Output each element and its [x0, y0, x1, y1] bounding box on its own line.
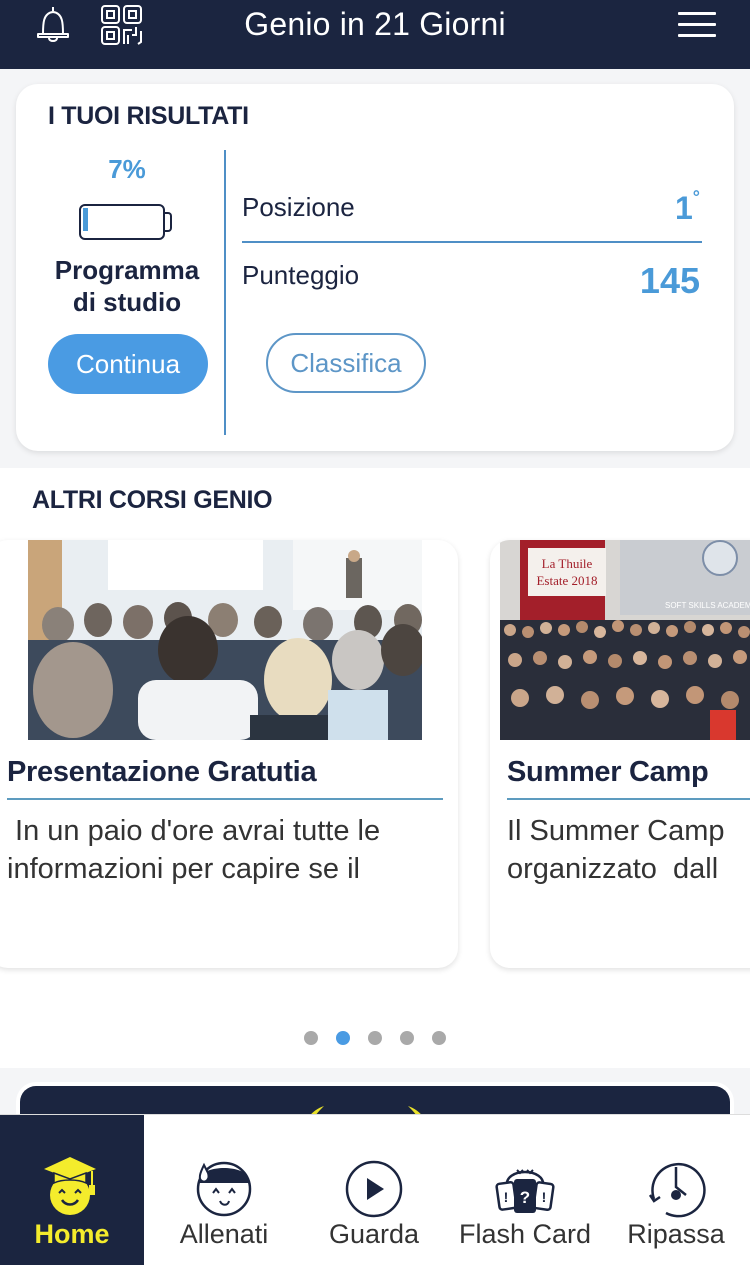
study-program-label-line1: Programma [54, 255, 200, 285]
results-card: I TUOI RISULTATI 7% Programma di studio … [16, 84, 734, 451]
bottom-navigation: Home Allenati Guarda ? ! ! Flash Card Ri… [0, 1114, 750, 1265]
nav-label: Flash Card [458, 1219, 592, 1249]
carousel-dot[interactable] [400, 1031, 414, 1045]
nav-label: Home [34, 1219, 110, 1249]
study-program-label-line2: di studio [72, 287, 182, 317]
nav-item-guarda[interactable]: Guarda [300, 1115, 448, 1265]
progress-percent: 7% [108, 154, 146, 184]
position-value: 1° [675, 187, 700, 227]
carousel-pagination [0, 1031, 750, 1045]
course-card[interactable]: Presentazione Gratutia In un paio d'ore … [0, 540, 458, 968]
camp-banner-text: SOFT SKILLS ACADEMY [665, 601, 750, 610]
course-title: Summer Camp [507, 756, 709, 788]
nav-item-flash-card[interactable]: ? ! ! Flash Card [448, 1115, 602, 1265]
score-value: 145 [639, 260, 700, 301]
play-circle-icon [345, 1160, 403, 1218]
results-heading: I TUOI RISULTATI [48, 102, 249, 130]
vertical-divider [224, 150, 226, 435]
position-ordinal: ° [692, 187, 700, 208]
position-number: 1 [675, 190, 693, 226]
camp-sign-line1: La Thuile [542, 556, 593, 571]
carousel-dot[interactable] [304, 1031, 318, 1045]
continue-button[interactable]: Continua [48, 334, 208, 394]
course-description: In un paio d'ore avrai tutte le informaz… [7, 815, 381, 885]
course-title-underline [7, 798, 443, 800]
graduate-smiley-icon [44, 1157, 96, 1215]
battery-progress-icon [79, 204, 172, 240]
hamburger-menu-icon[interactable] [678, 10, 716, 40]
course-card[interactable]: La Thuile Estate 2018 SOFT SKILLS ACADEM… [490, 540, 750, 968]
courses-heading: ALTRI CORSI GENIO [32, 486, 273, 514]
camp-sign-line2: Estate 2018 [536, 573, 597, 588]
nav-label: Guarda [328, 1219, 420, 1249]
sweating-face-icon [196, 1161, 252, 1217]
clock-review-icon [648, 1162, 706, 1218]
horizontal-divider [242, 241, 702, 243]
svg-text:?: ? [520, 1188, 530, 1207]
summer-camp-group-photo: La Thuile Estate 2018 SOFT SKILLS ACADEM… [500, 540, 750, 740]
study-program-label: Programma di studio [42, 254, 212, 318]
seminar-audience-photo [28, 540, 422, 740]
nav-item-ripassa[interactable]: Ripassa [602, 1115, 750, 1265]
nav-item-allenati[interactable]: Allenati [148, 1115, 300, 1265]
nav-item-home[interactable]: Home [0, 1115, 144, 1265]
score-label: Punteggio [242, 260, 360, 290]
course-description: Il Summer Camp organizzato dall [507, 815, 725, 885]
flash-cards-icon: ? ! ! [495, 1169, 555, 1213]
battery-progress-fill [83, 208, 88, 231]
svg-text:!: ! [504, 1189, 509, 1205]
nav-label: Ripassa [627, 1219, 725, 1249]
svg-text:!: ! [542, 1189, 547, 1205]
carousel-dot[interactable] [368, 1031, 382, 1045]
course-title-underline [507, 798, 750, 800]
top-header: Genio in 21 Giorni [0, 0, 750, 69]
other-courses-section: ALTRI CORSI GENIO Presentazione Gratutia… [0, 468, 750, 1068]
leaderboard-button[interactable]: Classifica [266, 333, 426, 393]
carousel-dot[interactable] [336, 1031, 350, 1045]
course-title: Presentazione Gratutia [7, 756, 317, 788]
carousel-dot[interactable] [432, 1031, 446, 1045]
position-label: Posizione [242, 192, 355, 222]
app-screen: Genio in 21 Giorni I TUOI RISULTATI 7% P… [0, 0, 750, 1265]
app-title: Genio in 21 Giorni [244, 6, 506, 42]
nav-label: Allenati [179, 1219, 269, 1249]
